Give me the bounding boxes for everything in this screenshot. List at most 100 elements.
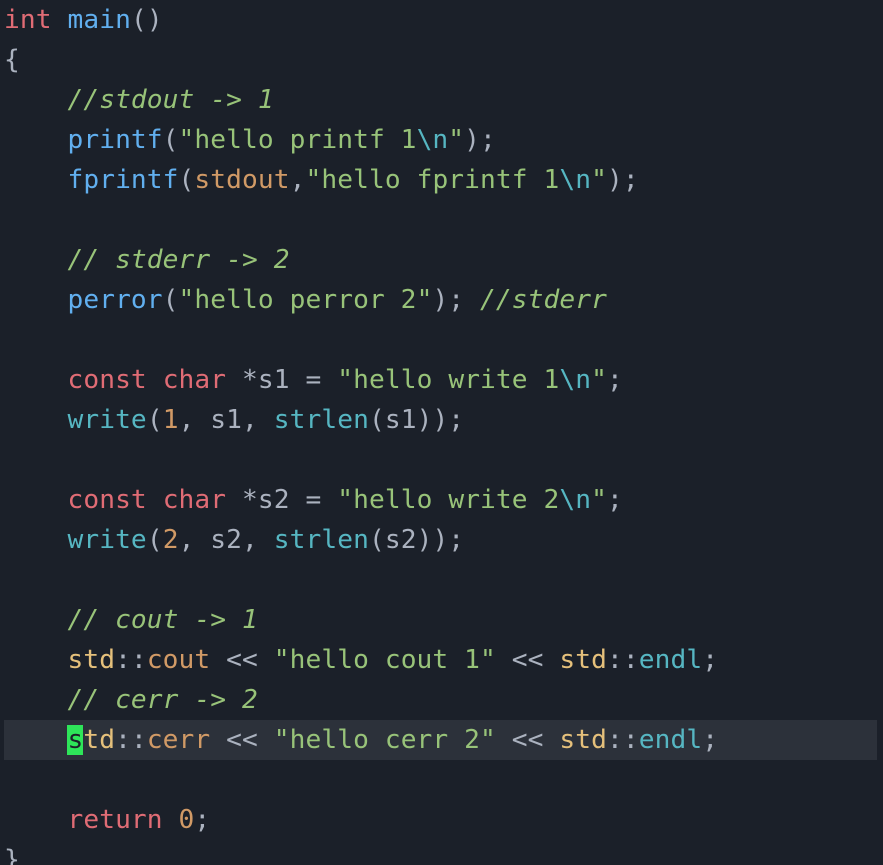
scope: :: bbox=[607, 725, 639, 755]
parens: () bbox=[131, 5, 163, 35]
ns-std: std bbox=[67, 645, 115, 675]
paren-open: ( bbox=[163, 285, 179, 315]
paren-close: )); bbox=[417, 525, 465, 555]
stream-op: << bbox=[210, 645, 273, 675]
string-quote: " bbox=[337, 485, 353, 515]
ns-std: td bbox=[83, 725, 115, 755]
string-text: hello printf 1 bbox=[194, 125, 416, 155]
ns-std: std bbox=[559, 645, 607, 675]
star: * bbox=[242, 365, 258, 395]
stream-op: << bbox=[210, 725, 273, 755]
paren-open: ( bbox=[369, 525, 385, 555]
star: * bbox=[242, 485, 258, 515]
comment: // stderr -> 2 bbox=[67, 245, 289, 275]
code-line: // stderr -> 2 bbox=[4, 245, 290, 275]
scope: :: bbox=[115, 725, 147, 755]
equals: = bbox=[290, 365, 338, 395]
keyword-int: int bbox=[4, 5, 52, 35]
escape-seq: \n bbox=[559, 165, 591, 195]
code-line: perror("hello perror 2"); //stderr bbox=[4, 285, 607, 315]
var-s2: s2 bbox=[385, 525, 417, 555]
comma: , bbox=[179, 525, 211, 555]
string-text: hello cerr 2 bbox=[290, 725, 480, 755]
string-text: hello cout 1 bbox=[290, 645, 480, 675]
string-text: hello fprintf 1 bbox=[321, 165, 559, 195]
paren-open: ( bbox=[163, 125, 179, 155]
string-text: hello write 2 bbox=[353, 485, 559, 515]
brace-close: } bbox=[4, 845, 20, 865]
number: 0 bbox=[179, 805, 195, 835]
space bbox=[464, 285, 480, 315]
brace-open: { bbox=[4, 45, 20, 75]
blank-line bbox=[4, 325, 20, 355]
string-quote: " bbox=[448, 125, 464, 155]
arg-stdout: stdout bbox=[194, 165, 289, 195]
paren-open: ( bbox=[147, 405, 163, 435]
string-quote: " bbox=[591, 165, 607, 195]
space bbox=[163, 805, 179, 835]
code-line: //stdout -> 1 bbox=[4, 85, 274, 115]
fn-write: write bbox=[67, 525, 146, 555]
paren-open: ( bbox=[147, 525, 163, 555]
comment: // cout -> 1 bbox=[67, 605, 257, 635]
code-line: const char *s1 = "hello write 1\n"; bbox=[4, 365, 623, 395]
paren-close: ); bbox=[464, 125, 496, 155]
code-line: int main() bbox=[4, 5, 163, 35]
paren-open: ( bbox=[369, 405, 385, 435]
string-text: hello write 1 bbox=[353, 365, 559, 395]
paren-open: ( bbox=[179, 165, 195, 195]
semicolon: ; bbox=[702, 645, 718, 675]
blank-line bbox=[4, 205, 20, 235]
code-line: write(2, s2, strlen(s2)); bbox=[4, 525, 464, 555]
endl: endl bbox=[639, 645, 702, 675]
function-main: main bbox=[67, 5, 130, 35]
fn-write: write bbox=[67, 405, 146, 435]
number: 1 bbox=[163, 405, 179, 435]
code-line: std::cout << "hello cout 1" << std::endl… bbox=[4, 645, 718, 675]
semicolon: ; bbox=[194, 805, 210, 835]
scope: :: bbox=[607, 645, 639, 675]
comma: , bbox=[290, 165, 306, 195]
string-quote: " bbox=[179, 285, 195, 315]
comment: // cerr -> 2 bbox=[67, 685, 257, 715]
comma: , bbox=[242, 405, 274, 435]
blank-line bbox=[4, 445, 20, 475]
string-quote: " bbox=[591, 485, 607, 515]
string-quote: " bbox=[274, 645, 290, 675]
var-s1: s1 bbox=[385, 405, 417, 435]
string-quote: " bbox=[306, 165, 322, 195]
number: 2 bbox=[163, 525, 179, 555]
code-line: fprintf(stdout,"hello fprintf 1\n"); bbox=[4, 165, 639, 195]
code-editor[interactable]: int main() { //stdout -> 1 printf("hello… bbox=[0, 0, 883, 865]
endl: endl bbox=[639, 725, 702, 755]
equals: = bbox=[290, 485, 338, 515]
code-line: return 0; bbox=[4, 805, 210, 835]
blank-line bbox=[4, 565, 20, 595]
string-quote: " bbox=[480, 645, 496, 675]
keyword-const: const bbox=[67, 485, 146, 515]
keyword-char: char bbox=[163, 485, 226, 515]
cout: cout bbox=[147, 645, 210, 675]
string-quote: " bbox=[274, 725, 290, 755]
string-quote: " bbox=[417, 285, 433, 315]
var-s2: s2 bbox=[210, 525, 242, 555]
string-quote: " bbox=[591, 365, 607, 395]
string-quote: " bbox=[179, 125, 195, 155]
keyword-char: char bbox=[163, 365, 226, 395]
string-quote: " bbox=[480, 725, 496, 755]
paren-close: )); bbox=[417, 405, 465, 435]
keyword-return: return bbox=[67, 805, 162, 835]
string-text: hello perror 2 bbox=[194, 285, 416, 315]
semicolon: ; bbox=[607, 365, 623, 395]
ns-std: std bbox=[559, 725, 607, 755]
var-s1: s1 bbox=[210, 405, 242, 435]
comma: , bbox=[242, 525, 274, 555]
code-line: // cout -> 1 bbox=[4, 605, 258, 635]
string-quote: " bbox=[337, 365, 353, 395]
fn-printf: printf bbox=[67, 125, 162, 155]
semicolon: ; bbox=[607, 485, 623, 515]
code-line: printf("hello printf 1\n"); bbox=[4, 125, 496, 155]
escape-seq: \n bbox=[559, 485, 591, 515]
paren-close: ); bbox=[607, 165, 639, 195]
fn-strlen: strlen bbox=[274, 525, 369, 555]
